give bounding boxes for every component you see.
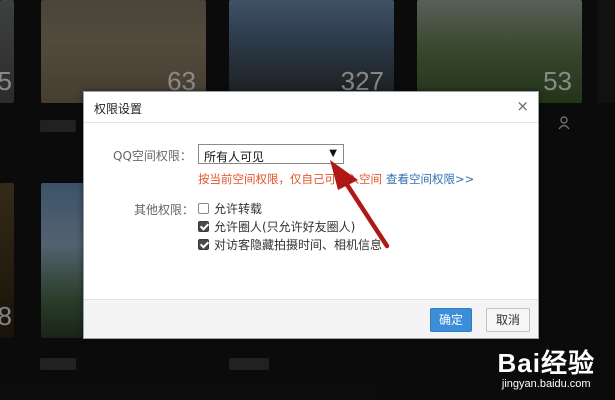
option-label: 对访客隐藏拍摄时间、相机信息 (214, 238, 383, 252)
permission-settings-dialog: 权限设置 × QQ空间权限： 所有人可见 ▼ 按当前空间权限，仅自己可进入空间查… (83, 91, 539, 339)
baidu-jingyan-watermark: Bai经验 jingyan.baidu.com (498, 343, 595, 390)
qzone-permission-select[interactable]: 所有人可见 ▼ (198, 144, 344, 164)
cancel-button[interactable]: 取消 (486, 308, 530, 332)
select-value: 所有人可见 (204, 150, 265, 164)
dialog-footer: 确定 取消 (84, 299, 538, 338)
other-permission-label: 其他权限： (134, 203, 195, 217)
option-label: 允许圈人(只允许好友圈人) (214, 220, 356, 234)
permission-hint: 按当前空间权限，仅自己可进入空间 查看空间权限>> (198, 171, 474, 187)
option-allow-repost[interactable]: 允许转载 (198, 198, 263, 216)
checkbox[interactable] (198, 221, 209, 232)
option-hide-exif[interactable]: 对访客隐藏拍摄时间、相机信息 (198, 234, 383, 252)
dialog-title: 权限设置 (94, 102, 143, 116)
view-space-permission-link[interactable]: 查看空间权限>> (386, 172, 474, 186)
checkbox[interactable] (198, 239, 209, 250)
qzone-permission-label: QQ空间权限： (113, 149, 192, 163)
close-icon[interactable]: × (516, 97, 529, 115)
watermark-logo: Bai经验 (497, 348, 595, 378)
confirm-button[interactable]: 确定 (430, 308, 472, 332)
option-label: 允许转载 (214, 202, 263, 216)
hint-warning-text: 按当前空间权限，仅自己可进入空间 (198, 172, 382, 186)
chevron-down-icon: ▼ (329, 148, 337, 159)
dialog-header: 权限设置 × (84, 92, 538, 123)
watermark-url: jingyan.baidu.com (501, 378, 591, 390)
option-allow-tagging[interactable]: 允许圈人(只允许好友圈人) (198, 216, 356, 234)
checkbox[interactable] (198, 203, 209, 214)
